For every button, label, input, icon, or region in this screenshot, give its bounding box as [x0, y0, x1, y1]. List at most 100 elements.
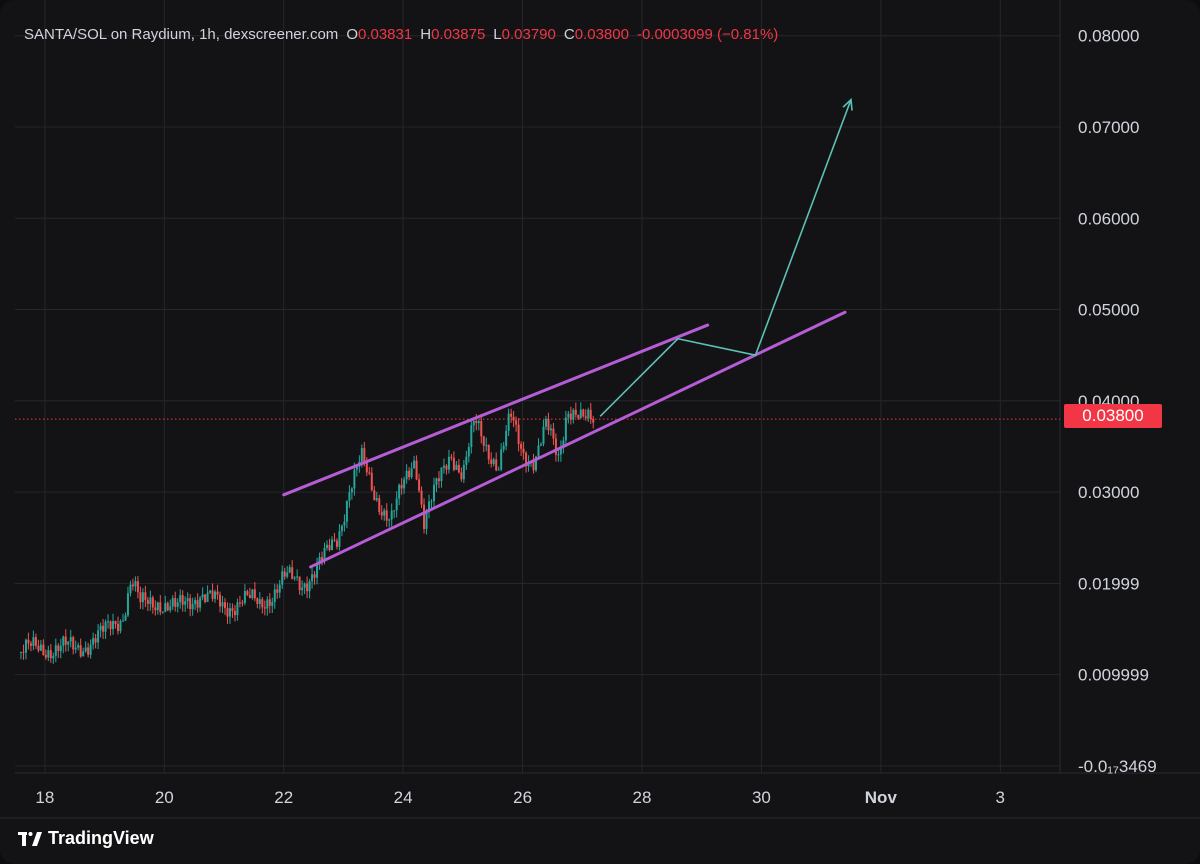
candle-body	[94, 638, 97, 643]
candle-body	[189, 598, 192, 610]
x-tick-label: 28	[633, 788, 652, 807]
candle-body	[42, 644, 45, 655]
candle-body	[149, 597, 152, 604]
candle-body	[258, 599, 261, 604]
y-tick-label: 0.009999	[1078, 666, 1149, 685]
candle-body	[460, 472, 463, 480]
candle-body	[27, 639, 30, 644]
candle-body	[169, 606, 172, 611]
candle-body	[134, 581, 137, 587]
candle-body	[219, 594, 222, 607]
candle-body	[223, 602, 226, 609]
candle-body	[549, 428, 552, 431]
candle-body	[161, 611, 164, 613]
candle-body	[164, 603, 167, 612]
candle-body	[512, 416, 515, 421]
candle-body	[487, 444, 490, 460]
candle-body	[547, 418, 550, 431]
candle-body	[117, 623, 120, 632]
candle-body	[64, 636, 67, 645]
candle-body	[400, 484, 403, 489]
candle-body	[420, 490, 423, 505]
candle-body	[246, 591, 249, 596]
candle-body	[24, 639, 27, 653]
candle-body	[554, 438, 557, 455]
candle-body	[209, 590, 212, 593]
candle-body	[107, 621, 110, 623]
x-tick-label: 18	[35, 788, 54, 807]
y-tick-label: 0.08000	[1078, 27, 1139, 46]
candle-body	[62, 636, 65, 646]
candle-body	[211, 590, 214, 599]
candle-body	[592, 419, 595, 423]
candle-body	[480, 421, 483, 437]
candle-body	[413, 460, 416, 469]
candle-body	[408, 470, 411, 478]
candle-body	[199, 597, 202, 608]
candle-body	[569, 413, 572, 420]
candle-body	[261, 599, 264, 608]
candle-body	[410, 468, 413, 478]
candle-body	[520, 444, 523, 449]
y-tick-label: 0.03000	[1078, 483, 1139, 502]
candle-body	[340, 525, 343, 532]
candle-body	[353, 469, 356, 489]
tradingview-brand[interactable]: TradingView	[18, 828, 154, 849]
candle-body	[156, 602, 159, 611]
candle-body	[131, 584, 134, 587]
candle-body	[37, 645, 40, 651]
candle-body	[29, 643, 32, 646]
candle-body	[450, 456, 453, 458]
candle-body	[293, 577, 296, 579]
candle-body	[497, 469, 500, 471]
candle-body	[557, 454, 560, 456]
candle-body	[124, 615, 127, 621]
candle-body	[216, 591, 219, 595]
candle-body	[542, 426, 545, 445]
candle-body	[492, 459, 495, 464]
chart-frame: 0.08000 0.07000 0.06000 0.05000 0.04000 0.030…	[0, 0, 1200, 864]
candle-body	[139, 592, 142, 603]
candle-body	[181, 595, 184, 605]
candle-body	[405, 470, 408, 480]
low-label: L	[493, 26, 502, 43]
candle-body	[97, 630, 100, 643]
candle-body	[442, 465, 445, 468]
candle-body	[306, 583, 309, 592]
candle-body	[206, 592, 209, 602]
candle-body	[278, 584, 281, 593]
candle-body	[328, 544, 331, 551]
candle-body	[326, 544, 329, 548]
candle-body	[179, 595, 182, 603]
tradingview-logo-icon	[18, 831, 42, 846]
candle-body	[415, 460, 418, 480]
candle-body	[194, 600, 197, 605]
candle-body	[462, 464, 465, 480]
candle-body	[333, 539, 336, 541]
candle-body	[136, 581, 139, 593]
x-tick-label: 3	[996, 788, 1005, 807]
y-tick-label: -0.0₁₇3469	[1078, 757, 1157, 776]
candle-body	[141, 592, 144, 603]
candle-body	[423, 504, 426, 529]
candle-body	[544, 418, 547, 427]
candle-body	[231, 608, 234, 611]
candle-body	[34, 637, 37, 646]
candle-body	[79, 645, 82, 657]
candle-body	[495, 459, 498, 471]
candle-body	[286, 572, 289, 577]
candle-body	[82, 651, 85, 657]
candle-body	[49, 650, 52, 659]
candle-body	[184, 601, 187, 605]
candle-body	[47, 650, 50, 658]
candle-body	[69, 637, 72, 642]
candle-body	[32, 637, 35, 646]
candle-body	[283, 571, 286, 577]
candlestick-chart[interactable]: 0.080000.070000.060000.050000.040000.030…	[0, 0, 1200, 864]
candle-body	[186, 598, 189, 602]
candle-body	[52, 655, 55, 659]
candle-body	[539, 444, 542, 446]
candle-body	[577, 414, 580, 419]
candle-body	[166, 603, 169, 611]
candle-body	[102, 625, 105, 632]
